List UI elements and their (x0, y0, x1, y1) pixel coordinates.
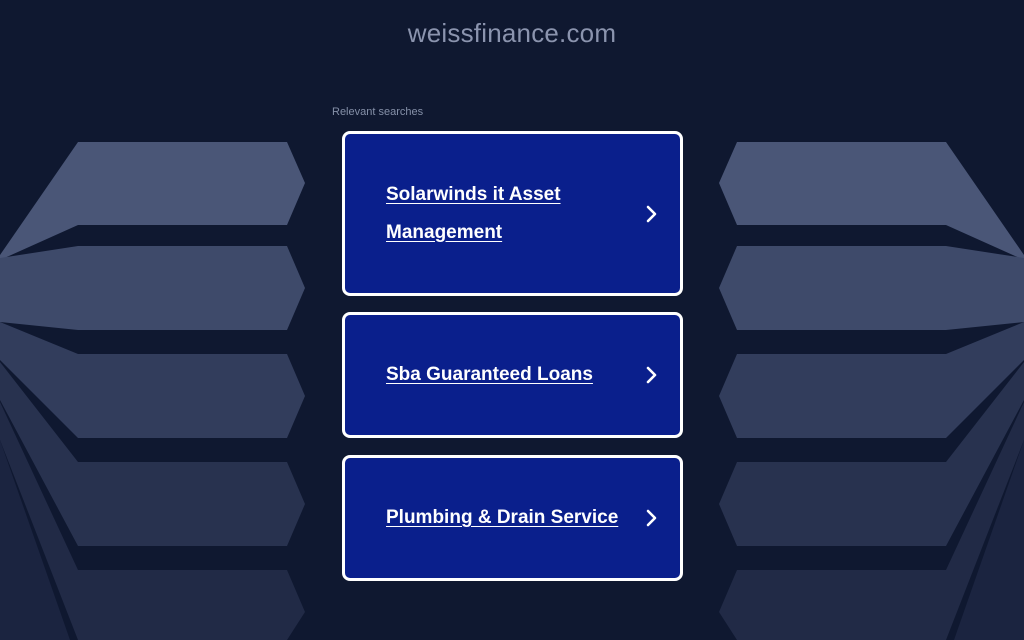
relevant-searches-label: Relevant searches (332, 106, 424, 118)
search-link-label[interactable]: Solarwinds it Asset Management (386, 176, 641, 252)
domain-title: weissfinance.com (407, 18, 617, 48)
chevron-right-icon (646, 205, 657, 222)
chevron-right-icon (646, 366, 657, 384)
search-link-card-3[interactable]: Plumbing & Drain Service (342, 455, 683, 581)
search-link-card-1[interactable]: Solarwinds it Asset Management (342, 131, 683, 296)
chevron-right-icon (646, 509, 657, 527)
parked-domain-page: weissfinance.com Relevant searches Solar… (0, 0, 1024, 640)
search-link-card-2[interactable]: Sba Guaranteed Loans (342, 312, 683, 438)
search-link-label[interactable]: Plumbing & Drain Service (386, 499, 641, 537)
search-link-label[interactable]: Sba Guaranteed Loans (386, 356, 641, 394)
